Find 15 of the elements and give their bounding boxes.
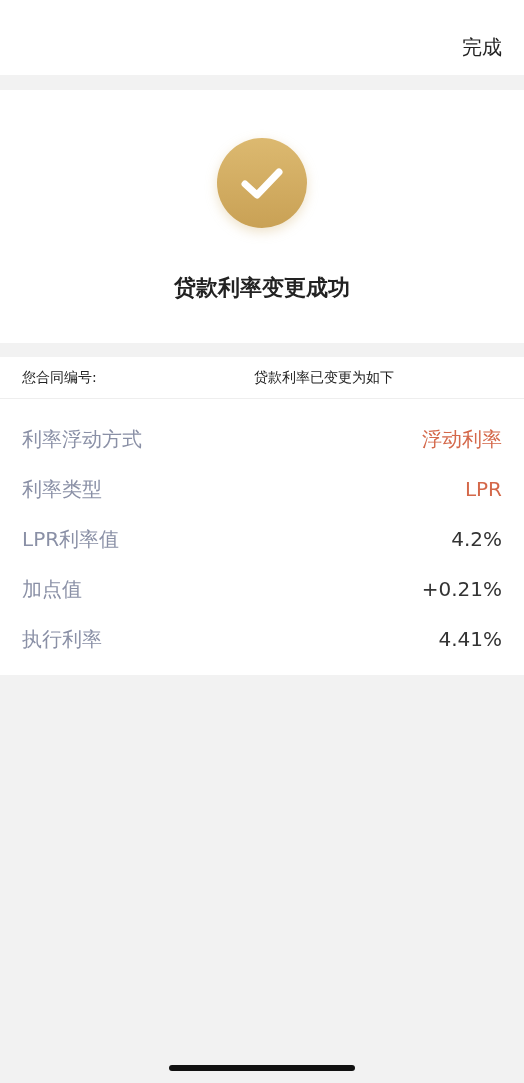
- result-title: 贷款利率变更成功: [174, 274, 350, 302]
- contract-label: 您合同编号:: [22, 368, 98, 387]
- field-value: +0.21%: [421, 577, 502, 601]
- field-value: 浮动利率: [422, 425, 502, 453]
- field-value: LPR: [464, 477, 502, 501]
- success-check-icon: [217, 138, 307, 228]
- field-value: 4.41%: [438, 627, 502, 651]
- field-label: 加点值: [22, 575, 82, 603]
- field-label: 利率类型: [22, 475, 102, 503]
- field-label: 利率浮动方式: [22, 425, 142, 453]
- field-value: 4.2%: [451, 527, 502, 551]
- done-button[interactable]: 完成: [462, 34, 502, 61]
- field-label: LPR利率值: [22, 525, 120, 553]
- change-note: 贷款利率已变更为如下: [254, 368, 394, 387]
- field-label: 执行利率: [22, 625, 102, 653]
